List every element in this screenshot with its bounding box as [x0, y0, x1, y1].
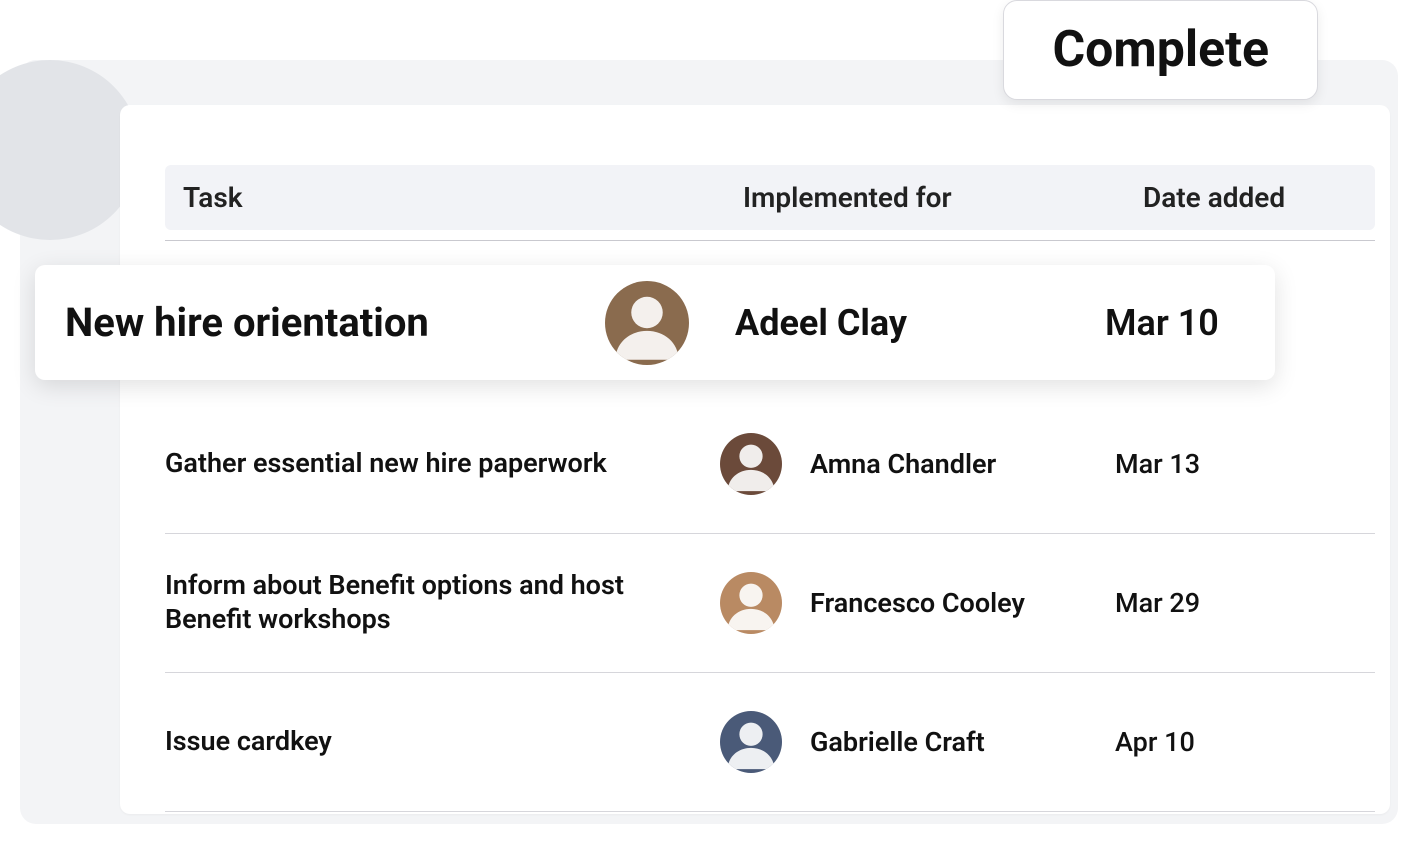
task-row[interactable]: Inform about Benefit options and host Be…	[165, 534, 1375, 673]
date-added: Apr 10	[1115, 726, 1375, 758]
col-date-added: Date added	[1143, 181, 1357, 214]
avatar	[605, 281, 689, 365]
avatar	[720, 433, 782, 495]
person-name: Amna Chandler	[810, 448, 1115, 480]
task-name: New hire orientation	[65, 299, 605, 346]
task-row[interactable]: Gather essential new hire paperwork Amna…	[165, 395, 1375, 534]
date-added: Mar 29	[1115, 587, 1375, 619]
task-name: Inform about Benefit options and host Be…	[165, 569, 720, 637]
task-rows: Gather essential new hire paperwork Amna…	[165, 395, 1375, 812]
date-added: Mar 10	[1105, 302, 1245, 344]
task-row[interactable]: Issue cardkey Gabrielle Craft Apr 10	[165, 673, 1375, 812]
person-icon	[720, 711, 782, 773]
avatar	[720, 711, 782, 773]
tab-complete[interactable]: Complete	[1003, 0, 1318, 100]
table-header: Task Implemented for Date added	[165, 165, 1375, 230]
person-icon	[605, 281, 689, 365]
col-task: Task	[183, 181, 743, 214]
task-name: Gather essential new hire paperwork	[165, 447, 720, 481]
person-name: Gabrielle Craft	[810, 726, 1115, 758]
col-implemented-for: Implemented for	[743, 181, 1143, 214]
person-icon	[720, 433, 782, 495]
person-name: Francesco Cooley	[810, 587, 1115, 619]
task-list-screen: Complete Task Implemented for Date added…	[0, 0, 1418, 844]
avatar	[720, 572, 782, 634]
task-name: Issue cardkey	[165, 725, 720, 759]
person-icon	[720, 572, 782, 634]
task-row-highlighted[interactable]: New hire orientation Adeel Clay Mar 10	[35, 265, 1275, 380]
header-divider	[165, 240, 1375, 241]
date-added: Mar 13	[1115, 448, 1375, 480]
person-name: Adeel Clay	[735, 302, 1105, 344]
